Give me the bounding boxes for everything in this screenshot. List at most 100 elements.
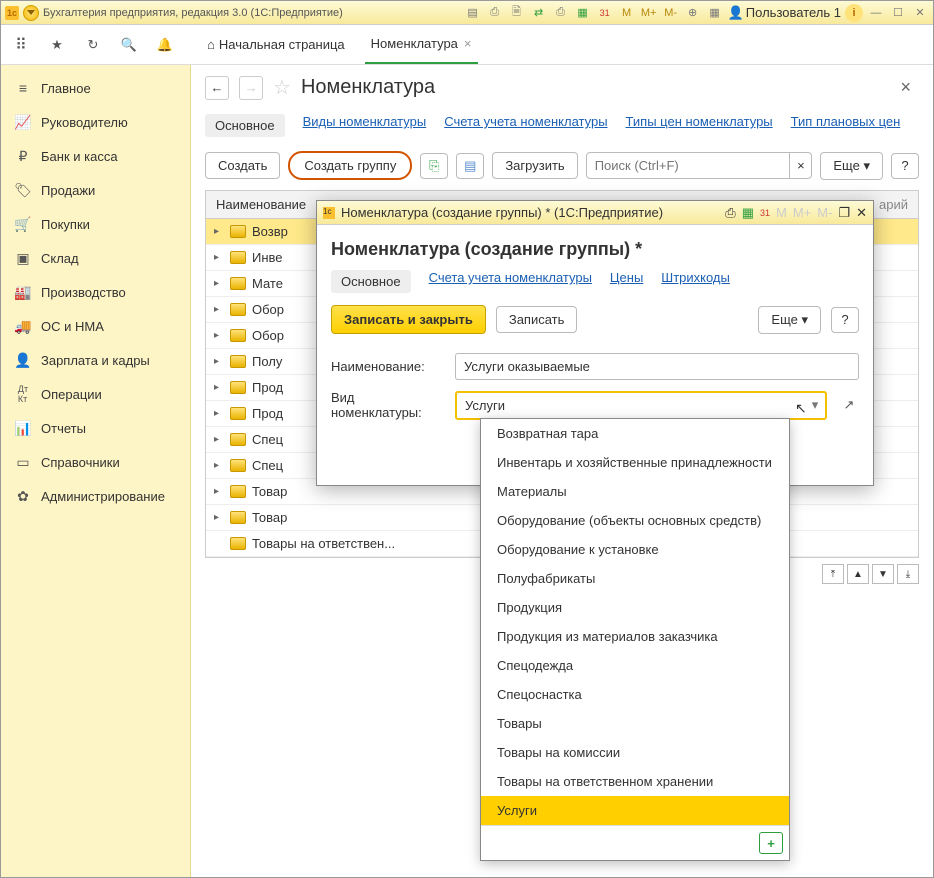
kind-open-icon[interactable]: ↗ (839, 397, 859, 413)
m-plus-icon[interactable]: M+ (640, 4, 658, 22)
scroll-bottom-icon[interactable]: ⤓ (897, 564, 919, 584)
create-group-button[interactable]: Создать группу (288, 151, 412, 180)
dlg-subtab-accounts[interactable]: Счета учета номенклатуры (429, 270, 592, 293)
scroll-up-icon[interactable]: ▲ (847, 564, 869, 584)
scroll-top-icon[interactable]: ⤒ (822, 564, 844, 584)
printer2-icon[interactable]: ⎙ (552, 4, 570, 22)
notifications-icon[interactable]: 🔔 (155, 35, 175, 55)
copy-icon[interactable]: ⎘ (420, 153, 448, 179)
calendar31-icon[interactable]: 31 (596, 4, 614, 22)
zoom-icon[interactable]: ⊕ (684, 4, 702, 22)
load-button[interactable]: Загрузить (492, 152, 577, 179)
help-icon[interactable]: ? (891, 153, 919, 179)
dlg-more-button[interactable]: Еще ▾ (758, 306, 821, 334)
dropdown-item[interactable]: Товары на комиссии (481, 738, 789, 767)
sidebar-item-manager[interactable]: 📈Руководителю (1, 105, 190, 139)
favorite-star-icon[interactable]: ☆ (273, 75, 291, 100)
row-label: Обор (252, 328, 284, 343)
main-menu-dropdown[interactable] (23, 5, 39, 21)
sidebar-item-operations[interactable]: ДтКтОперации (1, 377, 190, 411)
nav-back[interactable]: ← (205, 76, 229, 100)
dlg-subtab-main[interactable]: Основное (331, 270, 411, 293)
more-button[interactable]: Еще ▾ (820, 152, 883, 180)
dropdown-item[interactable]: Инвентарь и хозяйственные принадлежности (481, 448, 789, 477)
info-icon[interactable]: i (845, 4, 863, 22)
tab-close-icon[interactable]: × (464, 36, 472, 51)
m-minus-icon[interactable]: M- (662, 4, 680, 22)
subtab-main[interactable]: Основное (205, 114, 285, 137)
list-icon[interactable]: ▤ (456, 153, 484, 179)
dialog-restore-icon[interactable]: ❐ (838, 205, 850, 221)
dropdown-item[interactable]: Товары (481, 709, 789, 738)
sidebar-item-assets[interactable]: 🚚ОС и НМА (1, 309, 190, 343)
scroll-down-icon[interactable]: ▼ (872, 564, 894, 584)
minimize-icon[interactable]: — (867, 4, 885, 22)
m-plus-icon[interactable]: M+ (793, 205, 811, 220)
tab-home[interactable]: ⌂Начальная страница (201, 25, 351, 64)
kind-input[interactable] (457, 393, 805, 418)
name-input[interactable] (455, 353, 859, 380)
sidebar-item-warehouse[interactable]: ▣Склад (1, 241, 190, 275)
compare-icon[interactable]: ⇄ (530, 4, 548, 22)
dropdown-item[interactable]: Оборудование к установке (481, 535, 789, 564)
kind-dropdown-icon[interactable]: ▾ (805, 397, 825, 413)
dropdown-item[interactable]: Спецоснастка (481, 680, 789, 709)
factory-icon: 🏭 (15, 284, 31, 300)
dlg-help-icon[interactable]: ? (831, 307, 859, 333)
favorite-icon[interactable]: ★ (47, 35, 67, 55)
calendar-icon[interactable]: ▦ (742, 205, 754, 221)
maximize-icon[interactable]: ☐ (889, 4, 907, 22)
save-button[interactable]: Записать (496, 306, 578, 333)
dropdown-item[interactable]: Оборудование (объекты основных средств) (481, 506, 789, 535)
dropdown-item[interactable]: Материалы (481, 477, 789, 506)
subtab-accounts[interactable]: Счета учета номенклатуры (444, 114, 607, 137)
tab-nomenclature[interactable]: Номенклатура× (365, 25, 478, 64)
sidebar-label: Производство (41, 285, 126, 300)
sidebar-item-reports[interactable]: 📊Отчеты (1, 411, 190, 445)
dropdown-item[interactable]: Товары на ответственном хранении (481, 767, 789, 796)
apps-icon[interactable]: ⠿ (11, 35, 31, 55)
create-button[interactable]: Создать (205, 152, 280, 179)
search-icon[interactable]: 🔍 (119, 35, 139, 55)
print-icon[interactable]: ⎙ (486, 4, 504, 22)
save-close-button[interactable]: Записать и закрыть (331, 305, 486, 334)
search-input[interactable] (586, 152, 791, 179)
sidebar-item-main[interactable]: ≡Главное (1, 71, 190, 105)
sidebar-item-purchases[interactable]: 🛒Покупки (1, 207, 190, 241)
dropdown-item[interactable]: Продукция (481, 593, 789, 622)
m-icon[interactable]: M (618, 4, 636, 22)
dialog-close-icon[interactable]: ✕ (856, 205, 867, 221)
user-label[interactable]: 👤Пользователь 1 (728, 5, 841, 21)
close-page-icon[interactable]: × (900, 77, 919, 98)
subtab-plan-type[interactable]: Тип плановых цен (791, 114, 901, 137)
dlg-subtab-barcodes[interactable]: Штрихкоды (661, 270, 730, 293)
search-clear-icon[interactable]: × (790, 152, 812, 179)
doc-icon[interactable]: 🗎 (508, 4, 526, 22)
tag-icon: 🏷 (15, 182, 31, 198)
dropdown-item[interactable]: Возвратная тара (481, 419, 789, 448)
dropdown-add-icon[interactable]: + (759, 832, 783, 854)
sidebar-item-bank[interactable]: ₽Банк и касса (1, 139, 190, 173)
sidebar-item-salary[interactable]: 👤Зарплата и кадры (1, 343, 190, 377)
sidebar-item-sales[interactable]: 🏷Продажи (1, 173, 190, 207)
sidebar-item-admin[interactable]: ✿Администрирование (1, 479, 190, 513)
dropdown-item[interactable]: Продукция из материалов заказчика (481, 622, 789, 651)
print-preview-icon[interactable]: ▤ (464, 4, 482, 22)
print-icon[interactable]: ⎙ (725, 205, 735, 221)
close-icon[interactable]: ✕ (911, 4, 929, 22)
subtab-price-types[interactable]: Типы цен номенклатуры (626, 114, 773, 137)
sidebar-item-production[interactable]: 🏭 Производство (1, 275, 190, 309)
m-minus-icon[interactable]: M- (817, 205, 832, 220)
calendar31-icon[interactable]: 31 (760, 208, 770, 218)
dropdown-item-selected[interactable]: Услуги (481, 796, 789, 825)
dropdown-item[interactable]: Полуфабрикаты (481, 564, 789, 593)
sidebar-item-catalogs[interactable]: ▭Справочники (1, 445, 190, 479)
dropdown-item[interactable]: Спецодежда (481, 651, 789, 680)
nav-forward[interactable]: → (239, 76, 263, 100)
calendar-icon[interactable]: ▦ (574, 4, 592, 22)
m-icon[interactable]: M (776, 205, 787, 220)
history-icon[interactable]: ↻ (83, 35, 103, 55)
grid2-icon[interactable]: ▦ (706, 4, 724, 22)
dlg-subtab-prices[interactable]: Цены (610, 270, 643, 293)
subtab-kinds[interactable]: Виды номенклатуры (303, 114, 427, 137)
